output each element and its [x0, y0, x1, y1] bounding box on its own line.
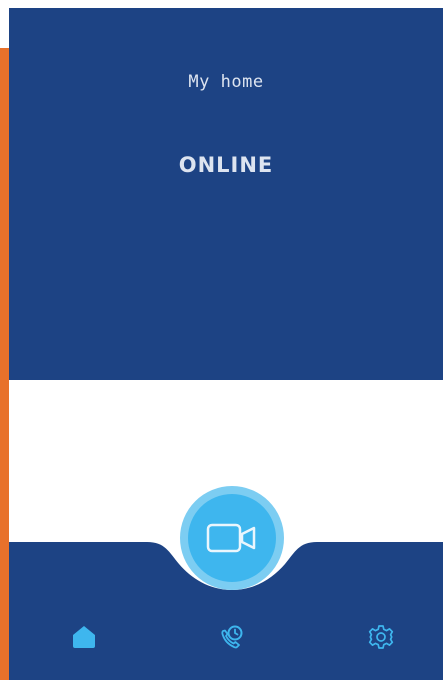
start-video-call-button[interactable]: [180, 486, 284, 590]
gear-icon: [368, 625, 394, 649]
home-name: My home: [188, 72, 264, 92]
home-icon: [73, 626, 95, 648]
call-history-icon: [221, 625, 243, 649]
side-accent-strip: [0, 48, 9, 680]
nav-item-home[interactable]: [67, 620, 101, 654]
app-screen: My home ONLINE: [0, 0, 443, 680]
nav-item-settings[interactable]: [364, 620, 398, 654]
video-camera-icon: [206, 523, 256, 553]
home-header-panel: My home ONLINE: [9, 8, 443, 380]
connection-status: ONLINE: [178, 153, 274, 177]
nav-item-calls[interactable]: [215, 620, 249, 654]
